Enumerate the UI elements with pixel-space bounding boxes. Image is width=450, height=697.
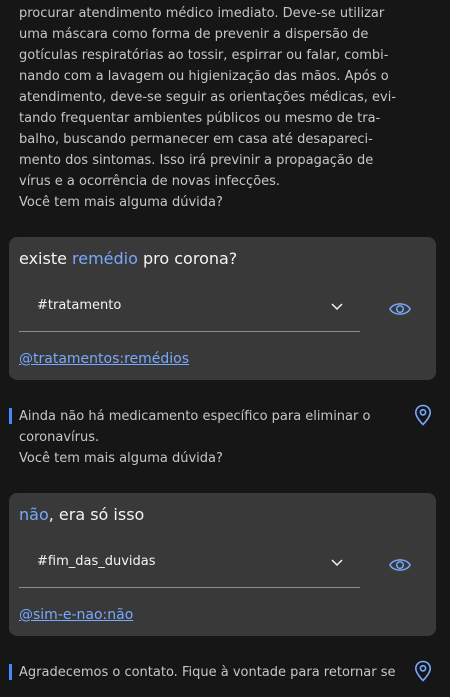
chevron-down-icon xyxy=(331,559,343,567)
response-bar xyxy=(9,664,12,680)
response-line: procurar atendimento médico imediato. De… xyxy=(19,6,385,21)
response-text: Ainda não há medicamento específico para… xyxy=(19,406,399,469)
response-line: Ainda não há medicamento específico para… xyxy=(19,409,371,424)
location-pin-icon[interactable] xyxy=(414,404,432,426)
intent-dropdown[interactable]: #tratamento xyxy=(19,285,360,332)
entity-highlight: não xyxy=(19,505,49,524)
intent-value: #tratamento xyxy=(37,298,122,313)
intent-value: #fim_das_duvidas xyxy=(37,554,156,569)
response-line: coronavírus. xyxy=(19,430,100,445)
user-question: não, era só isso xyxy=(19,505,145,524)
user-message-card: existe remédio pro corona? #tratamento @… xyxy=(9,237,436,380)
response-bar xyxy=(9,408,12,424)
chevron-down-icon xyxy=(331,303,343,311)
response-line: gotículas respiratórias ao tossir, espir… xyxy=(19,48,389,63)
response-line: vírus e a ocorrência de novas infecções. xyxy=(19,174,281,189)
response-line: nando com a lavagem ou higienização das … xyxy=(19,69,389,84)
response-line: tando frequentar ambientes públicos ou m… xyxy=(19,111,381,126)
response-text: Agradecemos o contato. Fique à vontade p… xyxy=(19,662,399,683)
entity-link[interactable]: @tratamentos:remédios xyxy=(19,351,189,367)
entity-highlight: remédio xyxy=(72,249,138,268)
response-line: balho, buscando permanecer em casa até d… xyxy=(19,132,373,147)
response-line: Agradecemos o contato. Fique à vontade p… xyxy=(19,665,396,680)
bot-response-text: procurar atendimento médico imediato. De… xyxy=(19,3,397,213)
user-question: existe remédio pro corona? xyxy=(19,249,238,268)
eye-icon[interactable] xyxy=(389,298,411,320)
user-message-card: não, era só isso #fim_das_duvidas @sim-e… xyxy=(9,493,436,636)
response-line: Você tem mais alguma dúvida? xyxy=(19,195,223,210)
location-pin-icon[interactable] xyxy=(414,660,432,682)
intent-dropdown[interactable]: #fim_das_duvidas xyxy=(19,541,360,588)
eye-icon[interactable] xyxy=(389,554,411,576)
response-line: atendimento, deve-se seguir as orientaçõ… xyxy=(19,90,397,105)
response-line: Você tem mais alguma dúvida? xyxy=(19,451,223,466)
response-line: uma máscara como forma de prevenir a dis… xyxy=(19,27,369,42)
entity-link[interactable]: @sim-e-nao:não xyxy=(19,607,133,623)
response-line: mento dos sintomas. Isso irá previnir a … xyxy=(19,153,374,168)
